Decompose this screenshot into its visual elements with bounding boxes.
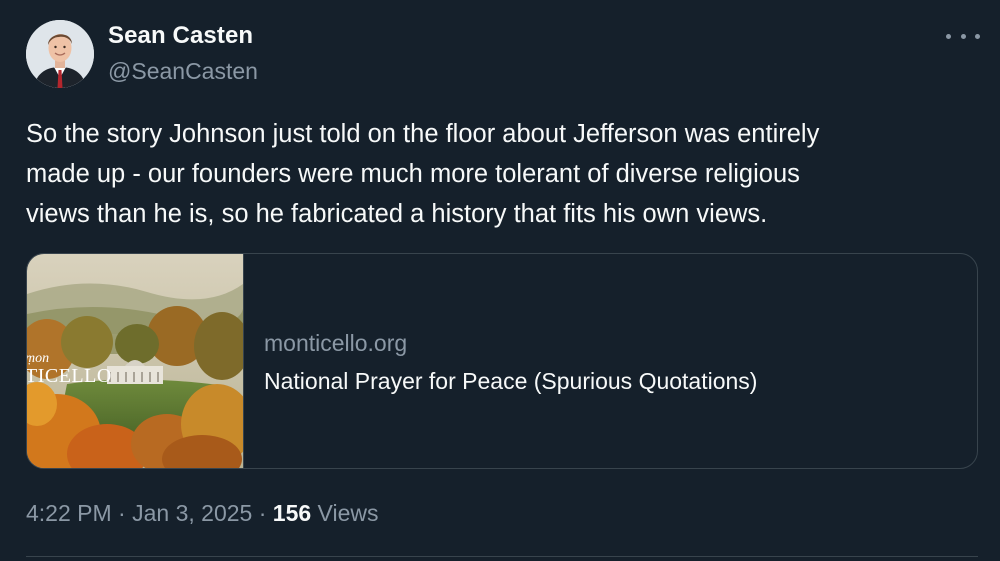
more-dots-icon[interactable] (946, 24, 980, 48)
meta-separator: · (111, 500, 133, 526)
avatar[interactable] (26, 20, 94, 88)
dot (946, 33, 951, 39)
author-handle[interactable]: @SeanCasten (108, 58, 258, 85)
tweet-text: So the story Johnson just told on the fl… (26, 120, 820, 228)
dot (960, 33, 966, 39)
link-card-domain: monticello.org (264, 330, 408, 356)
link-card-image[interactable]: ṃon TICELLO (27, 254, 244, 468)
divider (26, 556, 978, 557)
tweet-meta: 4:22 PM · Jan 3, 2025 · 156 Views (26, 500, 378, 527)
logo-text: TICELLO (27, 365, 112, 387)
link-card[interactable]: ṃon TICELLO monticello.org National Pray… (26, 253, 978, 469)
link-card-title: National Prayer for Peace (Spurious Quot… (264, 368, 758, 394)
tweet-container: Sean Casten @SeanCasten So the story Joh… (0, 0, 1000, 561)
dot (975, 33, 980, 39)
meta-separator: · (252, 500, 273, 526)
views-count[interactable]: 156 (273, 500, 311, 526)
author-name[interactable]: Sean Casten (108, 22, 253, 50)
monticello-landscape-image: ṃon TICELLO (27, 254, 243, 468)
tweet-date[interactable]: Jan 3, 2025 (132, 500, 252, 526)
tweet-time[interactable]: 4:22 PM (26, 500, 112, 526)
logo-script-text: ṃon (27, 351, 49, 366)
views-label: Views (311, 500, 379, 526)
avatar-photo (26, 20, 94, 88)
